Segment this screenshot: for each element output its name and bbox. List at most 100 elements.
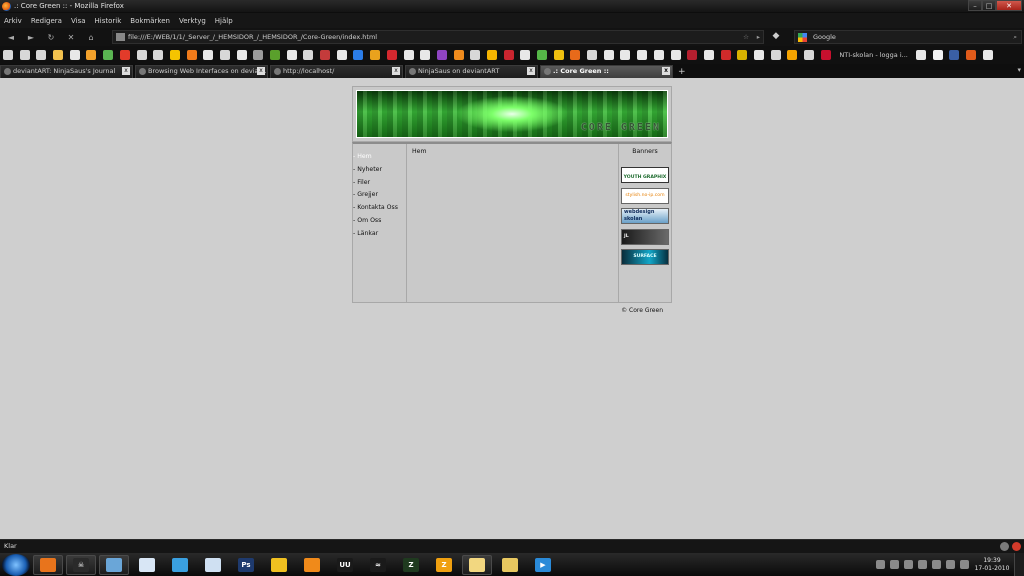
- url-bar[interactable]: file:///E:/WEB/1/1/_Server_/_HEMSIDOR_/_…: [112, 30, 764, 44]
- back-button[interactable]: ◄: [2, 30, 20, 44]
- bookmark-icon[interactable]: [186, 50, 197, 60]
- taskbar-uu-button[interactable]: UU: [330, 555, 360, 575]
- bookmark-icon[interactable]: [965, 50, 976, 60]
- start-button[interactable]: [2, 553, 30, 576]
- bookmark-icon[interactable]: [386, 50, 397, 60]
- bookmark-icon[interactable]: [915, 50, 926, 60]
- site-nav-link[interactable]: - Länkar: [353, 228, 406, 241]
- extension-shield-icon[interactable]: ◆: [770, 31, 782, 43]
- bookmark-icon[interactable]: [653, 50, 664, 60]
- site-nav-link[interactable]: - Nyheter: [353, 164, 406, 177]
- bookmark-icon[interactable]: [436, 50, 447, 60]
- bookmark-icon[interactable]: [336, 50, 347, 60]
- firefox-icon[interactable]: [2, 1, 11, 11]
- google-search-engine-icon[interactable]: [798, 33, 807, 42]
- bookmark-icon[interactable]: [36, 50, 47, 60]
- site-nav-link[interactable]: - Kontakta Oss: [353, 202, 406, 215]
- bookmark-icon[interactable]: [637, 50, 648, 60]
- bookmark-icon[interactable]: [169, 50, 180, 60]
- bookmark-icon[interactable]: [770, 50, 781, 60]
- bookmark-icon[interactable]: [320, 50, 331, 60]
- taskbar-messenger-button[interactable]: [165, 555, 195, 575]
- bookmark-icon[interactable]: [253, 50, 264, 60]
- bookmark-icon[interactable]: [119, 50, 130, 60]
- bookmark-icon[interactable]: [303, 50, 314, 60]
- banner-surface[interactable]: SURFACE: [621, 249, 669, 266]
- bookmark-icon[interactable]: [932, 50, 943, 60]
- bookmark-icon[interactable]: [787, 50, 798, 60]
- taskbar-blender-button[interactable]: [297, 555, 327, 575]
- new-tab-button[interactable]: +: [678, 66, 686, 78]
- menu-redigera[interactable]: Redigera: [31, 17, 62, 25]
- bookmark-icon[interactable]: [503, 50, 514, 60]
- bookmark-icon[interactable]: [553, 50, 564, 60]
- tray-volume-icon[interactable]: [946, 560, 955, 569]
- tab-close-icon[interactable]: x: [662, 67, 670, 75]
- bookmark-icon[interactable]: [453, 50, 464, 60]
- bookmark-icon[interactable]: [587, 50, 598, 60]
- bookmark-icon[interactable]: [670, 50, 681, 60]
- bookmark-icon[interactable]: [603, 50, 614, 60]
- go-arrow-icon[interactable]: ▸: [757, 31, 760, 43]
- taskbar-photoshop-button[interactable]: Ps: [231, 555, 261, 575]
- bookmark-icon[interactable]: [520, 50, 531, 60]
- maximize-button[interactable]: □: [982, 0, 996, 11]
- browser-tab[interactable]: deviantART: NinjaSaus's Journal x: [0, 65, 133, 78]
- taskbar-media-player-button[interactable]: ▶: [528, 555, 558, 575]
- bookmark-icon[interactable]: [19, 50, 30, 60]
- bookmark-icon[interactable]: [219, 50, 230, 60]
- menu-hjalp[interactable]: Hjälp: [215, 17, 233, 25]
- menu-bokmarken[interactable]: Bokmärken: [130, 17, 170, 25]
- site-nav-link[interactable]: - Grejjer: [353, 189, 406, 202]
- tab-close-icon[interactable]: x: [392, 67, 400, 75]
- bookmark-icon[interactable]: [53, 50, 64, 60]
- bookmark-icon[interactable]: [403, 50, 414, 60]
- menu-historik[interactable]: Historik: [95, 17, 122, 25]
- bookmark-nti-skolan[interactable]: NTI-skolan - logga i...: [839, 51, 907, 59]
- minimize-button[interactable]: –: [968, 0, 982, 11]
- banner-webdesign-skolan[interactable]: webdesign skolan: [621, 208, 669, 225]
- bookmark-icon[interactable]: [153, 50, 164, 60]
- tab-close-icon[interactable]: x: [257, 67, 265, 75]
- show-desktop-button[interactable]: [1014, 553, 1024, 576]
- taskbar-notes-button[interactable]: [198, 555, 228, 575]
- bookmark-icon[interactable]: [982, 50, 993, 60]
- tray-steam-icon[interactable]: [890, 560, 899, 569]
- tab-close-icon[interactable]: x: [527, 67, 535, 75]
- bookmark-icon[interactable]: [3, 50, 13, 60]
- taskbar-folder-button[interactable]: [462, 554, 492, 575]
- bookmark-icon[interactable]: [420, 50, 431, 60]
- taskbar-z-app-button[interactable]: Z: [429, 555, 459, 575]
- forward-button[interactable]: ►: [22, 30, 40, 44]
- bookmark-icon[interactable]: [353, 50, 364, 60]
- bookmark-icon[interactable]: [804, 50, 814, 60]
- addon-status-icon[interactable]: [1000, 542, 1009, 551]
- bookmark-icon[interactable]: [370, 50, 381, 60]
- menu-arkiv[interactable]: Arkiv: [4, 17, 22, 25]
- banner-stylish[interactable]: stylish.no-ip.com: [621, 187, 669, 204]
- taskbar-green-app-button[interactable]: Z: [396, 555, 426, 575]
- taskbar-alien-button[interactable]: ☠: [66, 554, 96, 575]
- bookmark-icon[interactable]: [570, 50, 581, 60]
- bookmark-icon[interactable]: [537, 50, 547, 60]
- close-button[interactable]: ✕: [996, 0, 1022, 11]
- bookmark-icon[interactable]: [753, 50, 764, 60]
- bookmark-icon[interactable]: [486, 50, 497, 60]
- bookmark-icon[interactable]: [703, 50, 714, 60]
- tray-monitor-icon[interactable]: [960, 560, 969, 569]
- bookmark-icon[interactable]: [69, 50, 80, 60]
- tray-network-icon[interactable]: [932, 560, 941, 569]
- bookmark-icon[interactable]: [470, 50, 481, 60]
- banner-jl[interactable]: JL: [621, 228, 669, 245]
- tray-app-icon[interactable]: [904, 560, 913, 569]
- browser-tab[interactable]: .: Core Green :: x: [540, 65, 673, 78]
- reload-button[interactable]: ↻: [42, 30, 60, 44]
- search-bar[interactable]: Google ⌕: [794, 30, 1022, 44]
- bookmark-icon[interactable]: [737, 50, 748, 60]
- taskbar-honeycomb-button[interactable]: [264, 555, 294, 575]
- menu-verktyg[interactable]: Verktyg: [179, 17, 206, 25]
- taskbar-clock[interactable]: 19:39 17-01-2010: [974, 557, 1010, 573]
- search-icon[interactable]: ⌕: [1013, 31, 1017, 43]
- site-nav-link[interactable]: - Om Oss: [353, 215, 406, 228]
- bookmark-icon[interactable]: [949, 50, 960, 60]
